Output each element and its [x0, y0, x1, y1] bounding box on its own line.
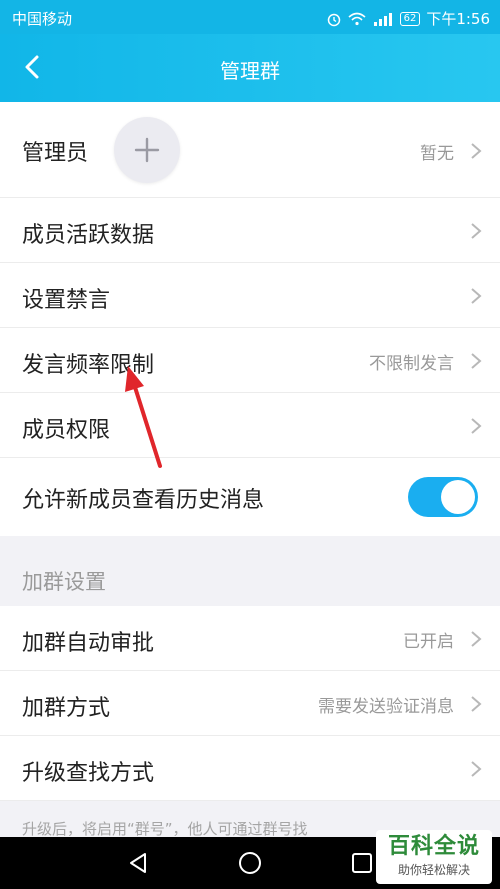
- join-method-value: 需要发送验证消息: [318, 697, 454, 717]
- home-circle-icon[interactable]: [238, 851, 262, 875]
- chevron-right-icon: [471, 223, 482, 239]
- toggle-knob: [441, 480, 475, 514]
- join-method-row[interactable]: 加群方式 需要发送验证消息: [0, 671, 500, 736]
- mute-settings-row[interactable]: 设置禁言: [0, 263, 500, 328]
- auto-approve-value: 已开启: [403, 632, 454, 652]
- signal-icon: [373, 12, 392, 26]
- recents-square-icon[interactable]: [350, 851, 374, 875]
- history-visibility-label: 允许新成员查看历史消息: [22, 488, 265, 513]
- page-title: 管理群: [220, 59, 280, 83]
- battery-indicator: 62: [399, 11, 421, 26]
- join-settings-section-header: 加群设置: [0, 536, 500, 606]
- chevron-right-icon: [471, 696, 482, 712]
- member-activity-row[interactable]: 成员活跃数据: [0, 198, 500, 263]
- plus-icon: [134, 137, 160, 163]
- admin-row[interactable]: 管理员 暂无: [0, 102, 500, 198]
- mute-settings-label: 设置禁言: [22, 288, 111, 313]
- settings-list: 管理员 暂无 成员活跃数据 设置禁言 发言频率限制 不限制发言 成员权限 允许新…: [0, 102, 500, 801]
- wifi-icon: [348, 12, 366, 25]
- chevron-right-icon: [471, 288, 482, 304]
- chevron-right-icon: [471, 353, 482, 369]
- chevron-right-icon: [471, 631, 482, 647]
- upgrade-search-label: 升级查找方式: [22, 761, 155, 786]
- watermark-title: 百科全说: [387, 834, 480, 859]
- clock: 下午1:56: [426, 10, 490, 28]
- watermark-logo: 百科全说 助你轻松解决: [376, 830, 492, 884]
- auto-approve-label: 加群自动审批: [22, 631, 155, 656]
- member-activity-label: 成员活跃数据: [22, 223, 155, 248]
- chevron-right-icon: [471, 761, 482, 777]
- upgrade-search-row[interactable]: 升级查找方式: [0, 736, 500, 801]
- speech-rate-limit-row[interactable]: 发言频率限制 不限制发言: [0, 328, 500, 393]
- auto-approve-row[interactable]: 加群自动审批 已开启: [0, 606, 500, 671]
- join-settings-title: 加群设置: [22, 570, 106, 594]
- back-triangle-icon[interactable]: [126, 851, 150, 875]
- speech-rate-limit-value: 不限制发言: [369, 354, 454, 374]
- chevron-right-icon: [471, 418, 482, 434]
- add-admin-button[interactable]: [114, 117, 180, 183]
- admin-value: 暂无: [420, 144, 454, 164]
- member-permissions-label: 成员权限: [22, 418, 111, 443]
- alarm-icon: [327, 13, 340, 26]
- speech-rate-limit-label: 发言频率限制: [22, 353, 155, 378]
- carrier-label: 中国移动: [12, 10, 73, 28]
- status-icons: 62 下午1:56: [326, 8, 490, 29]
- status-bar: 中国移动 62 下午1:56: [0, 0, 500, 34]
- history-visibility-row: 允许新成员查看历史消息: [0, 458, 500, 536]
- member-permissions-row[interactable]: 成员权限: [0, 393, 500, 458]
- watermark-subtitle: 助你轻松解决: [397, 863, 470, 877]
- join-method-label: 加群方式: [22, 696, 111, 721]
- upgrade-footer-note: 升级后，将启用“群号”，他人可通过群号找: [22, 820, 308, 838]
- admin-label: 管理员: [22, 141, 89, 166]
- history-visibility-toggle[interactable]: [408, 477, 478, 517]
- nav-bar: 管理群: [0, 34, 500, 102]
- chevron-right-icon: [471, 143, 482, 159]
